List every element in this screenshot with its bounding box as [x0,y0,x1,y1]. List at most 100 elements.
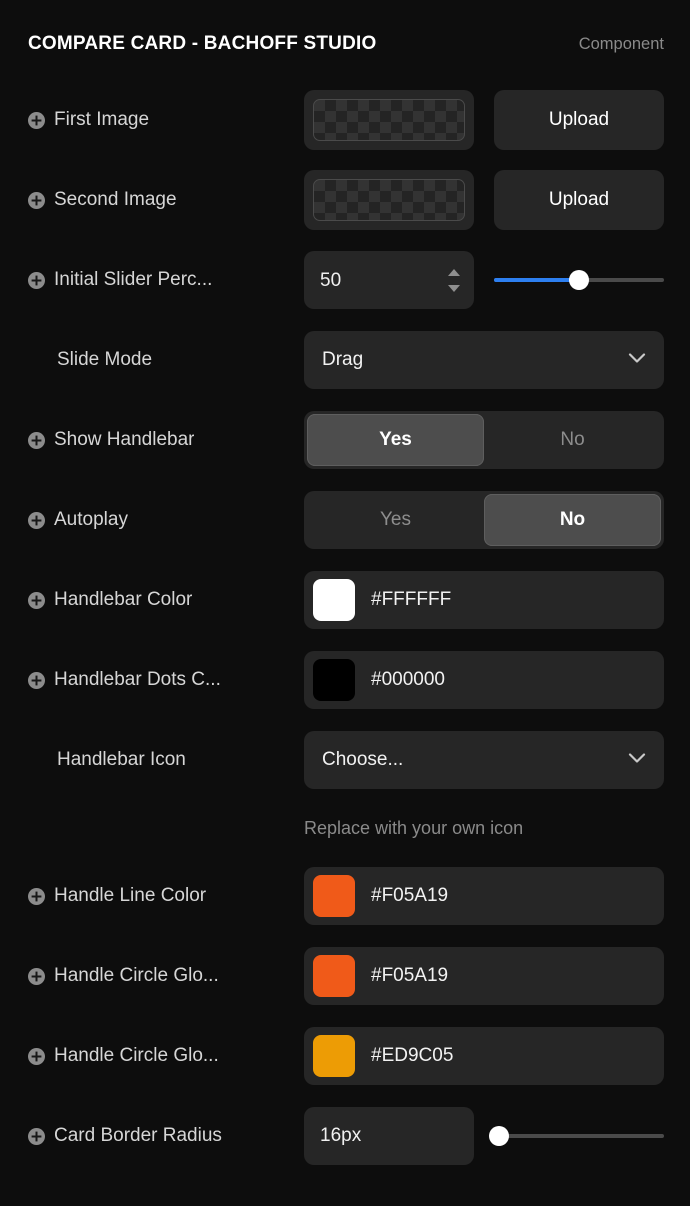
row-label-handle-circle-glow-2: Handle Circle Glo... [54,1045,219,1066]
initial-slider-percent-stepper[interactable]: 50 [304,251,474,309]
control-second-image: Upload [304,170,664,230]
plus-circle-icon[interactable] [28,591,45,609]
label-cell-handle-circle-glow-2: Handle Circle Glo... [28,1045,304,1067]
image-thumbnail-second[interactable] [304,170,474,230]
autoplay-option-no[interactable]: No [484,494,661,546]
slider-thumb[interactable] [569,270,589,290]
control-slide-mode: Drag [304,331,664,389]
card-border-radius-range[interactable] [489,1124,664,1148]
initial-slider-percent-range[interactable] [494,268,664,292]
row-handlebar-icon: Handlebar Icon Choose... [0,720,690,800]
row-first-image: First Image Upload [0,80,690,160]
row-label-handlebar-color: Handlebar Color [54,589,193,610]
control-show-handlebar: Yes No [304,411,664,469]
chevron-down-icon [628,351,646,369]
handle-circle-glow-2-field[interactable]: #ED9C05 [304,1027,664,1085]
label-cell-handle-circle-glow-1: Handle Circle Glo... [28,965,304,987]
control-handle-line-color: #F05A19 [304,867,664,925]
show-handlebar-option-yes[interactable]: Yes [307,414,484,466]
checkerboard-icon [313,99,465,141]
slide-mode-select[interactable]: Drag [304,331,664,389]
color-swatch[interactable] [313,579,355,621]
label-cell-handlebar-color: Handlebar Color [28,589,304,611]
row-handlebar-icon-helper: Replace with your own icon [0,800,690,856]
handle-circle-glow-1-field[interactable]: #F05A19 [304,947,664,1005]
control-handle-circle-glow-1: #F05A19 [304,947,664,1005]
card-border-radius-value[interactable]: 16px [304,1107,474,1165]
row-handle-line-color: Handle Line Color #F05A19 [0,856,690,936]
handlebar-icon-helper-text: Replace with your own icon [304,817,524,838]
plus-circle-icon[interactable] [28,271,45,289]
control-handlebar-dots-color: #000000 [304,651,664,709]
plus-circle-icon[interactable] [28,431,45,449]
upload-button-first-image[interactable]: Upload [494,90,664,150]
plus-circle-icon[interactable] [28,111,45,129]
handle-circle-glow-1-hex[interactable]: #F05A19 [371,965,448,987]
label-cell-autoplay: Autoplay [28,509,304,531]
row-second-image: Second Image Upload [0,160,690,240]
row-label-card-border-radius: Card Border Radius [54,1125,222,1146]
stepper-decrement-icon[interactable] [448,284,460,292]
row-initial-slider-percent: Initial Slider Perc... 50 [0,240,690,320]
label-cell-handlebar-dots-color: Handlebar Dots C... [28,669,304,691]
handle-line-color-field[interactable]: #F05A19 [304,867,664,925]
label-cell-initial-slider-percent: Initial Slider Perc... [28,269,304,291]
handlebar-color-field[interactable]: #FFFFFF [304,571,664,629]
control-autoplay: Yes No [304,491,664,549]
row-label-initial-slider-percent: Initial Slider Perc... [54,269,213,290]
row-autoplay: Autoplay Yes No [0,480,690,560]
label-cell-handlebar-icon: Handlebar Icon [28,749,304,771]
show-handlebar-option-no[interactable]: No [484,414,661,466]
chevron-down-icon [628,751,646,769]
handlebar-dots-color-field[interactable]: #000000 [304,651,664,709]
row-handlebar-color: Handlebar Color #FFFFFF [0,560,690,640]
handle-line-color-hex[interactable]: #F05A19 [371,885,448,907]
image-thumbnail-first[interactable] [304,90,474,150]
label-cell-second-image: Second Image [28,189,304,211]
control-first-image: Upload [304,90,664,150]
autoplay-toggle-group: Yes No [304,491,664,549]
row-handle-circle-glow-1: Handle Circle Glo... #F05A19 [0,936,690,1016]
label-cell-first-image: First Image [28,109,304,131]
color-swatch[interactable] [313,955,355,997]
row-label-second-image: Second Image [54,189,177,210]
row-show-handlebar: Show Handlebar Yes No [0,400,690,480]
color-swatch[interactable] [313,1035,355,1077]
plus-circle-icon[interactable] [28,887,45,905]
row-label-handle-line-color: Handle Line Color [54,885,207,906]
control-handlebar-color: #FFFFFF [304,571,664,629]
control-handlebar-icon: Choose... [304,731,664,789]
row-card-border-radius: Card Border Radius 16px [0,1096,690,1176]
label-cell-handle-line-color: Handle Line Color [28,885,304,907]
row-label-slide-mode: Slide Mode [57,349,153,370]
plus-circle-icon[interactable] [28,1127,45,1145]
row-label-handlebar-dots-color: Handlebar Dots C... [54,669,221,690]
slider-track [494,1134,664,1138]
plus-circle-icon[interactable] [28,1047,45,1065]
color-swatch[interactable] [313,659,355,701]
label-cell-card-border-radius: Card Border Radius [28,1125,304,1147]
row-handlebar-dots-color: Handlebar Dots C... #000000 [0,640,690,720]
plus-circle-icon[interactable] [28,967,45,985]
checkerboard-icon [313,179,465,221]
label-cell-show-handlebar: Show Handlebar [28,429,304,451]
row-label-first-image: First Image [54,109,150,130]
handle-circle-glow-2-hex[interactable]: #ED9C05 [371,1045,453,1067]
panel-header: COMPARE CARD - BACHOFF STUDIO Component [0,0,690,80]
show-handlebar-toggle-group: Yes No [304,411,664,469]
autoplay-option-yes[interactable]: Yes [307,494,484,546]
color-swatch[interactable] [313,875,355,917]
component-kind-label: Component [578,35,664,53]
slider-thumb[interactable] [489,1126,510,1146]
label-cell-slide-mode: Slide Mode [28,349,304,371]
plus-circle-icon[interactable] [28,191,45,209]
handlebar-color-hex[interactable]: #FFFFFF [371,589,451,611]
handlebar-icon-select[interactable]: Choose... [304,731,664,789]
handlebar-dots-color-hex[interactable]: #000000 [371,669,445,691]
stepper-increment-icon[interactable] [448,268,460,276]
plus-circle-icon[interactable] [28,511,45,529]
upload-button-second-image[interactable]: Upload [494,170,664,230]
plus-circle-icon[interactable] [28,671,45,689]
row-label-handlebar-icon: Handlebar Icon [57,749,186,770]
initial-slider-percent-value[interactable]: 50 [320,271,448,290]
